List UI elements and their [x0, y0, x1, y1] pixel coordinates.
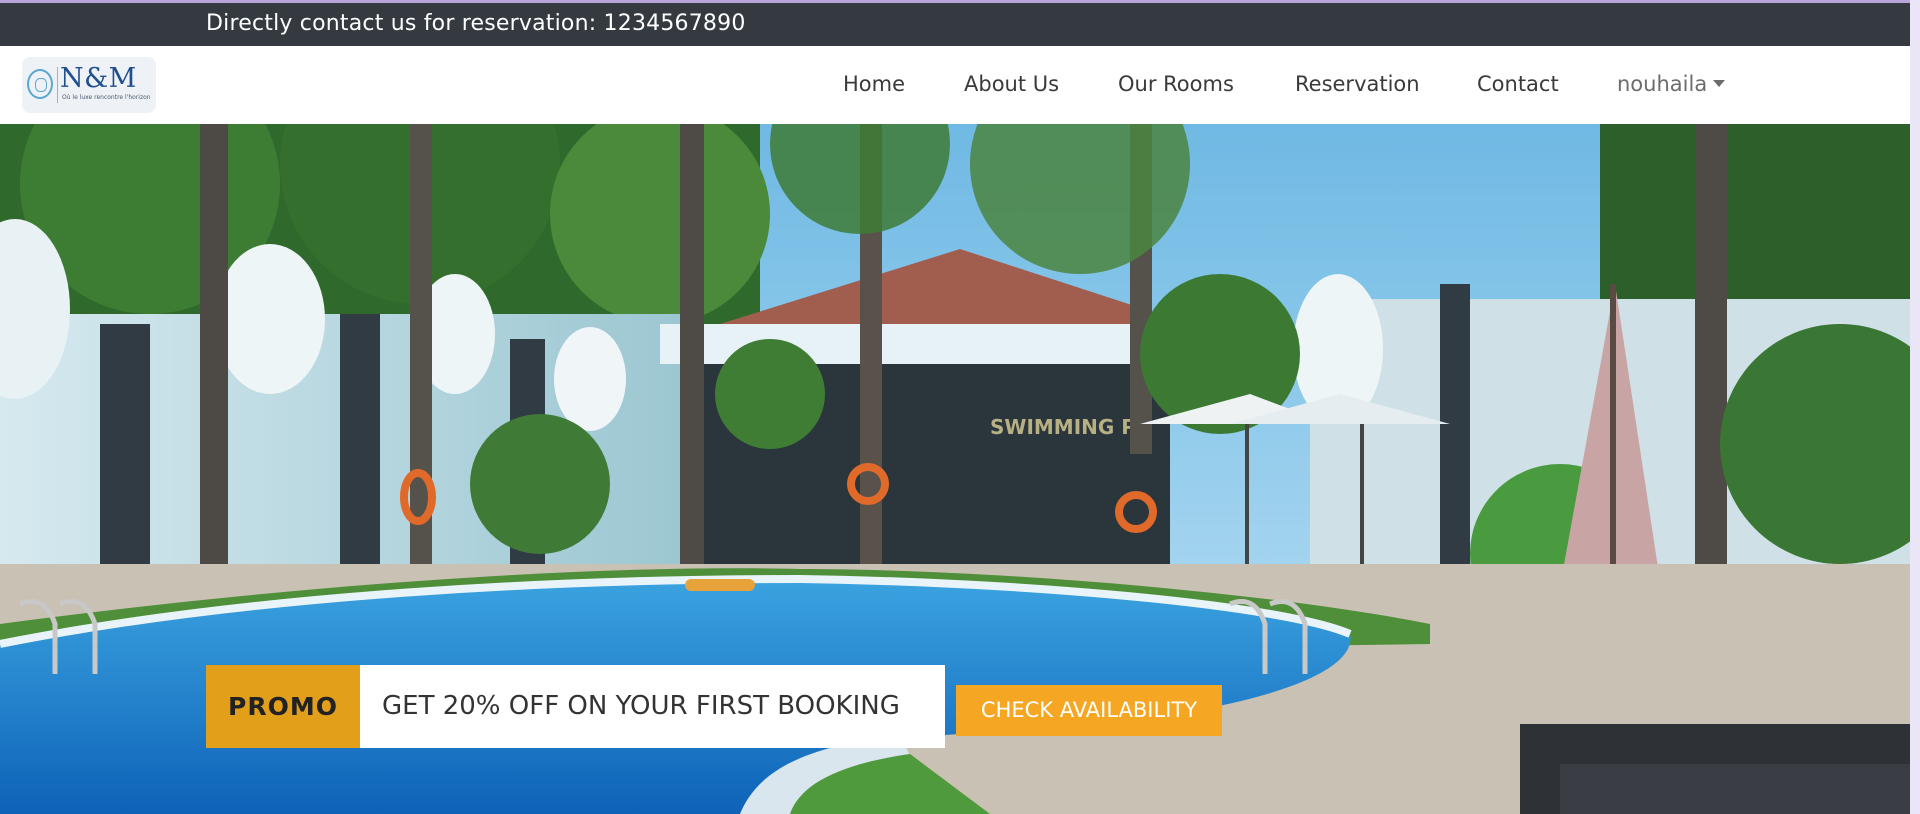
logo-divider: [57, 67, 58, 103]
nav-reservation[interactable]: Reservation: [1295, 71, 1420, 97]
nav-home[interactable]: Home: [843, 71, 905, 97]
nav-contact[interactable]: Contact: [1477, 71, 1559, 97]
check-availability-button[interactable]: CHECK AVAILABILITY: [956, 685, 1222, 736]
nav-about-us[interactable]: About Us: [964, 71, 1059, 97]
logo-text: N&M: [60, 63, 137, 94]
hero-section: SWIMMING PO PROMO GET 20% OFF ON YOUR FI…: [0, 124, 1910, 814]
user-name: nouhaila: [1617, 72, 1708, 96]
promo-text: GET 20% OFF ON YOUR FIRST BOOKING: [360, 665, 945, 748]
contact-topbar: Directly contact us for reservation: 123…: [0, 3, 1920, 46]
promo-label: PROMO: [206, 665, 360, 748]
logo-tagline: Où le luxe rencontre l'horizon: [62, 94, 151, 101]
logo-emblem-icon: [27, 69, 53, 99]
scrollbar-track[interactable]: [1910, 0, 1920, 814]
navbar: N&M Où le luxe rencontre l'horizon Home …: [0, 46, 1910, 124]
user-dropdown[interactable]: nouhaila: [1617, 71, 1726, 97]
logo[interactable]: N&M Où le luxe rencontre l'horizon: [22, 57, 156, 113]
contact-text: Directly contact us for reservation: 123…: [206, 11, 746, 36]
nav-our-rooms[interactable]: Our Rooms: [1118, 71, 1234, 97]
pool-sign-text: SWIMMING PO: [990, 415, 1153, 439]
caret-down-icon: [1713, 79, 1726, 87]
